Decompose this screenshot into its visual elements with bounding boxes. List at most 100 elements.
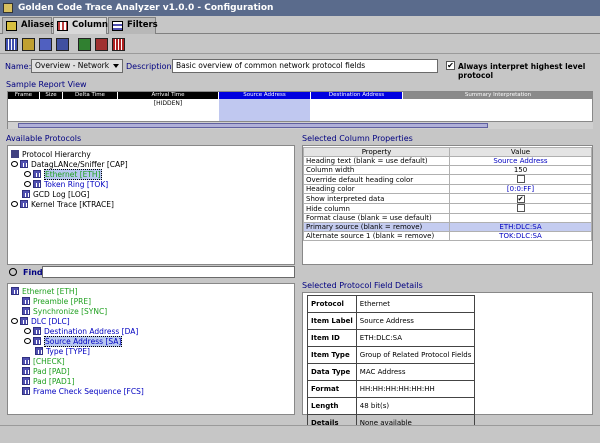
- show-interpreted-checkbox[interactable]: ✔: [516, 195, 525, 203]
- detail-key: Format: [307, 380, 357, 398]
- prop-name: Heading text (blank = use default): [303, 156, 450, 166]
- sample-hscroll-thumb[interactable]: [18, 123, 488, 128]
- tree-label: Ethernet [ETH]: [44, 169, 102, 180]
- grid-icon: [22, 387, 30, 395]
- col-destination-address[interactable]: Destination Address: [311, 92, 402, 99]
- prop-row[interactable]: Show interpreted data ✔: [303, 193, 592, 204]
- tab-columns-label: Columns: [72, 20, 114, 30]
- detail-key: Data Type: [307, 363, 357, 381]
- prop-value[interactable]: [0:0:FF]: [449, 184, 592, 194]
- value-header: Value: [449, 147, 592, 157]
- detail-key: Protocol: [307, 295, 357, 313]
- field-label: [CHECK]: [33, 357, 65, 366]
- tree-item-eth[interactable]: Ethernet [ETH]: [24, 169, 102, 180]
- prop-row[interactable]: Heading text (blank = use default) Source…: [303, 156, 592, 166]
- prop-row[interactable]: Heading color [0:0:FF]: [303, 184, 592, 194]
- field-item-dlc[interactable]: DLC [DLC]: [11, 317, 70, 327]
- grid-icon: [20, 160, 28, 168]
- find-input[interactable]: [42, 266, 295, 278]
- find-icon: [9, 268, 17, 276]
- grid-icon: [33, 180, 41, 188]
- detail-row: Item Type Group of Related Protocol Field…: [307, 346, 476, 364]
- move-right-icon[interactable]: [56, 38, 69, 51]
- detail-key: Length: [307, 397, 357, 415]
- tree-item-protocol-hierarchy[interactable]: Protocol Hierarchy: [11, 150, 91, 160]
- col-delta-time[interactable]: Delta Time: [63, 92, 117, 99]
- field-item-pre[interactable]: Preamble [PRE]: [22, 297, 91, 307]
- field-label: Frame Check Sequence [FCS]: [33, 387, 144, 396]
- prop-row[interactable]: Alternate source 1 (blank = remove) TOK:D…: [303, 231, 592, 241]
- remove-source-icon[interactable]: [95, 38, 108, 51]
- field-item-eth[interactable]: Ethernet [ETH]: [11, 287, 78, 297]
- window-title: Golden Code Trace Analyzer v1.0.0 - Conf…: [18, 3, 274, 13]
- sample-report-view: Frame Size Delta Time Arrival Time Sourc…: [7, 91, 593, 129]
- column-properties-title: Selected Column Properties: [302, 134, 413, 143]
- grid-icon: [35, 347, 43, 355]
- new-column-icon[interactable]: [5, 38, 18, 51]
- col-arrival-time[interactable]: Arrival Time: [118, 92, 218, 99]
- field-item-pad[interactable]: Pad [PAD]: [22, 367, 70, 377]
- field-details-title: Selected Protocol Field Details: [302, 281, 423, 290]
- tree-item-log[interactable]: GCD Log [LOG]: [22, 190, 89, 200]
- prop-value[interactable]: ETH:DLC:SA: [449, 222, 592, 232]
- detail-row: Data Type MAC Address: [307, 363, 476, 381]
- move-left-icon[interactable]: [39, 38, 52, 51]
- tab-aliases[interactable]: Aliases: [2, 17, 56, 34]
- hierarchy-icon: [11, 150, 19, 158]
- description-input[interactable]: Basic overview of common network protoco…: [172, 59, 438, 73]
- expand-icon: [24, 338, 31, 344]
- tab-bar: Aliases Columns Filters: [0, 16, 600, 34]
- interpret-checkbox[interactable]: ✔: [446, 61, 455, 70]
- add-source-icon[interactable]: [78, 38, 91, 51]
- prop-row[interactable]: Primary source (blank = remove) ETH:DLC:S…: [303, 222, 592, 232]
- grid-icon: [22, 307, 30, 315]
- tree-label: Protocol Hierarchy: [22, 150, 91, 159]
- field-label: DLC [DLC]: [31, 317, 70, 326]
- column-properties-panel: Property Value Heading text (blank = use …: [302, 145, 593, 265]
- prop-value[interactable]: [449, 213, 592, 223]
- grid-icon: [22, 297, 30, 305]
- hidden-marker: [HIDDEN]: [153, 100, 183, 107]
- field-item-fcs[interactable]: Frame Check Sequence [FCS]: [22, 387, 144, 397]
- description-label: Description:: [126, 62, 175, 71]
- field-item-check[interactable]: [CHECK]: [22, 357, 65, 367]
- tree-item-ktrace[interactable]: Kernel Trace [KTRACE]: [11, 200, 114, 210]
- field-item-pad1[interactable]: Pad [PAD1]: [22, 377, 75, 387]
- sample-hscrollbar[interactable]: [8, 121, 593, 129]
- detail-value: MAC Address: [355, 363, 476, 381]
- col-summary[interactable]: Summary Interpretation: [403, 92, 593, 99]
- prop-row[interactable]: Column width 150: [303, 165, 592, 175]
- detail-row: Format HH:HH:HH:HH:HH:HH: [307, 380, 476, 398]
- tree-label: DatagLANce/Sniffer [CAP]: [31, 160, 128, 169]
- field-item-type[interactable]: Type [TYPE]: [35, 347, 90, 357]
- field-item-sync[interactable]: Synchronize [SYNC]: [22, 307, 107, 317]
- prop-row[interactable]: Hide column: [303, 203, 592, 214]
- tab-aliases-label: Aliases: [21, 20, 56, 30]
- tab-filters[interactable]: Filters: [108, 17, 158, 34]
- name-combo[interactable]: Overview - Network: [31, 59, 123, 73]
- tree-label: GCD Log [LOG]: [33, 190, 90, 199]
- tab-columns[interactable]: Columns: [53, 17, 113, 34]
- tree-item-tok[interactable]: Token Ring [TOK]: [24, 180, 108, 190]
- filters-icon: [112, 21, 123, 31]
- grid-icon: [22, 357, 30, 365]
- delete-column-icon[interactable]: [112, 38, 125, 51]
- prop-row[interactable]: Format clause (blank = use default): [303, 213, 592, 223]
- prop-row[interactable]: Override default heading color: [303, 174, 592, 185]
- col-frame[interactable]: Frame: [8, 92, 39, 99]
- detail-row: Protocol Ethernet: [307, 295, 476, 313]
- prop-value[interactable]: 150: [449, 165, 592, 175]
- override-color-checkbox[interactable]: [516, 175, 525, 183]
- prop-value[interactable]: Source Address: [449, 156, 592, 166]
- prop-name: Heading color: [303, 184, 450, 194]
- interpret-label: Always interpret highest level protocol: [458, 62, 586, 80]
- col-size[interactable]: Size: [40, 92, 62, 99]
- insert-column-icon[interactable]: [22, 38, 35, 51]
- prop-value[interactable]: TOK:DLC:SA: [449, 231, 592, 241]
- expand-icon: [24, 181, 31, 187]
- columns-icon: [57, 21, 68, 31]
- detail-row: Length 48 bit(s): [307, 397, 476, 415]
- field-item-sa[interactable]: Source Address [SA]: [24, 336, 123, 347]
- hide-column-checkbox[interactable]: [516, 204, 525, 212]
- col-source-address[interactable]: Source Address: [219, 92, 310, 99]
